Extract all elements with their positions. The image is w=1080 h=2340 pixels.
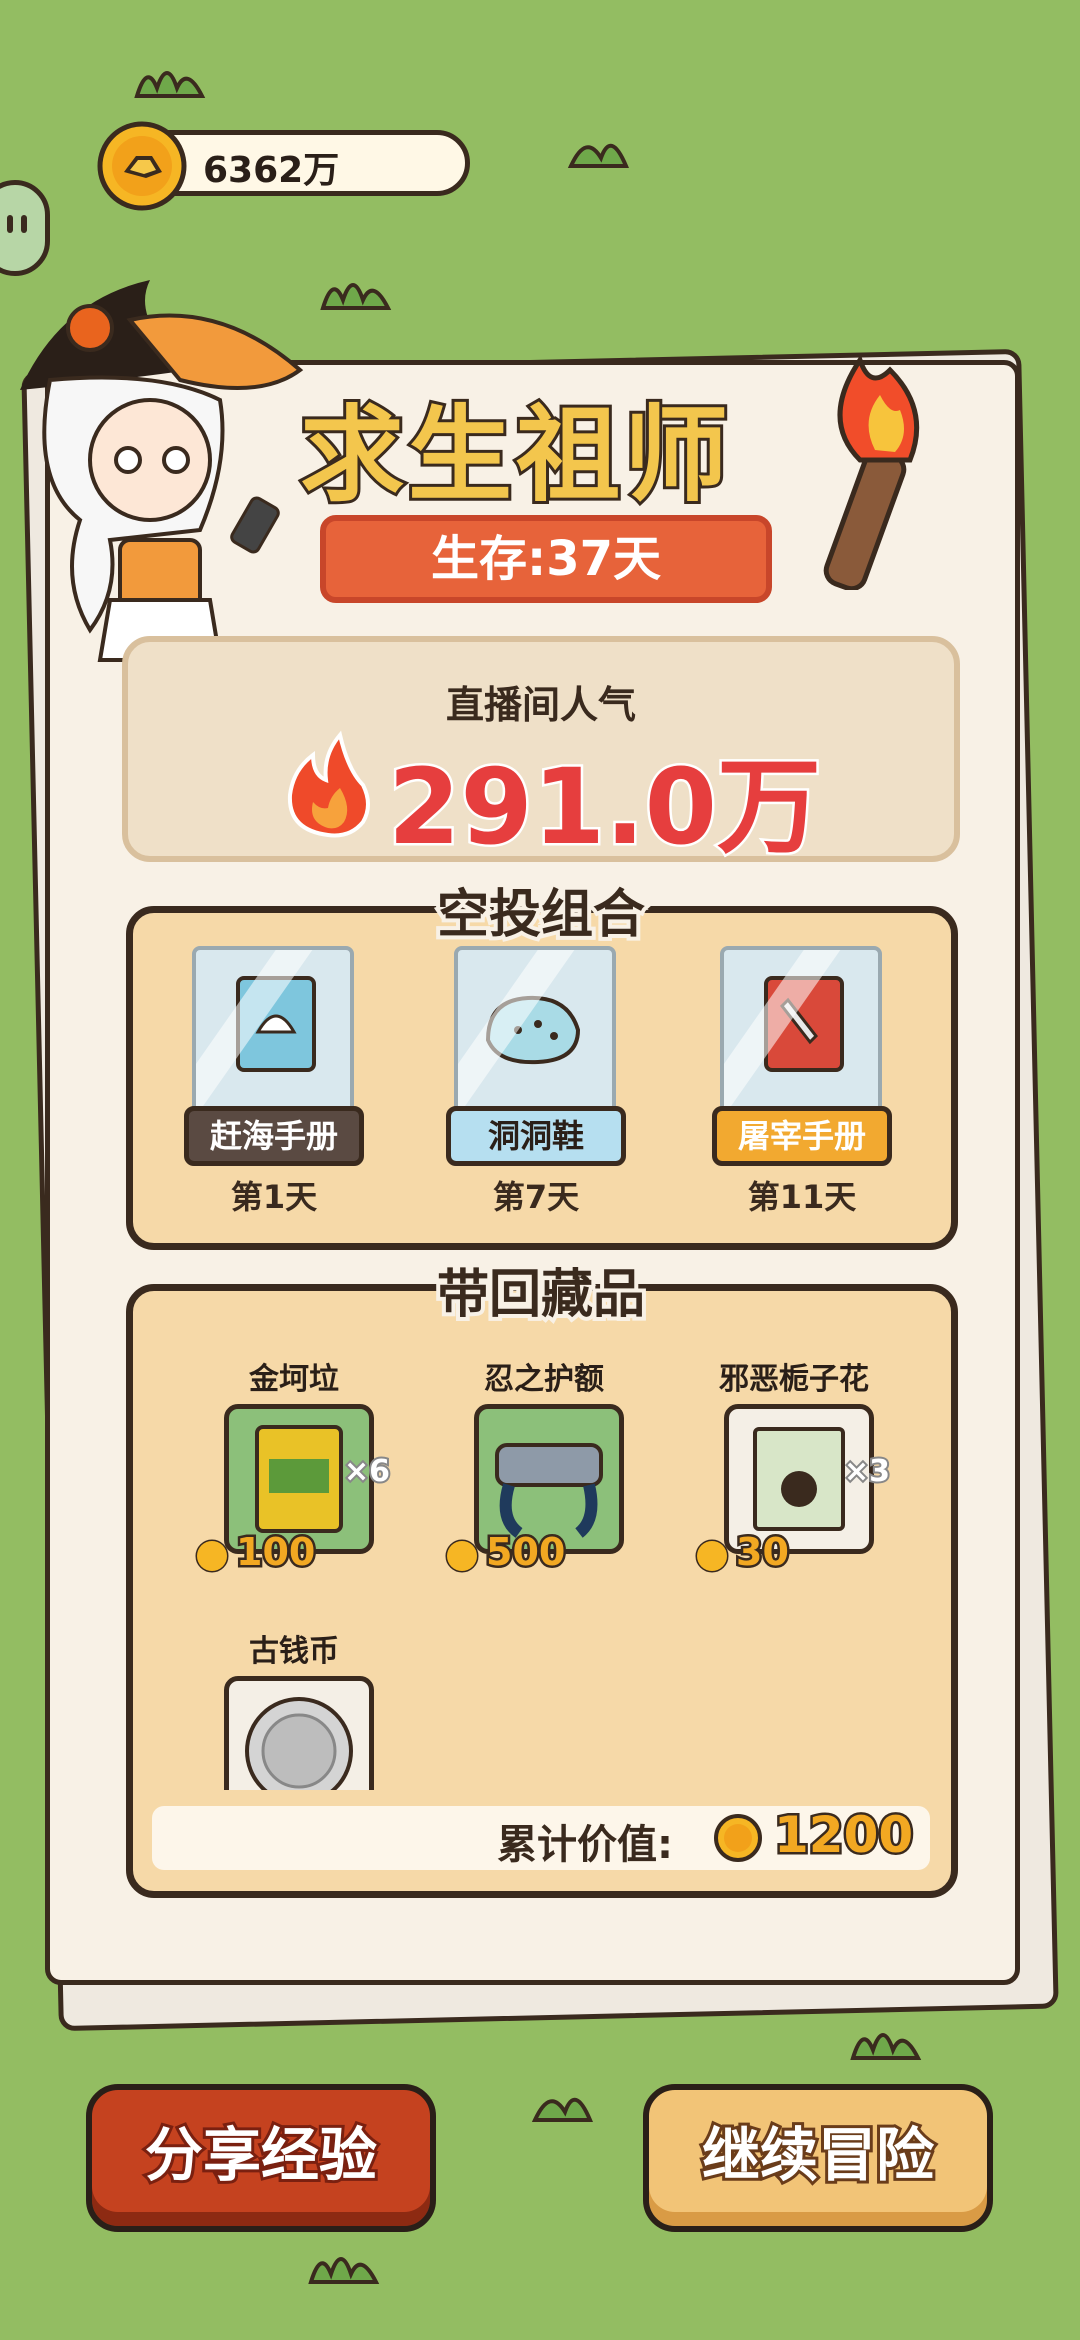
collection-item-name: 邪恶栀子花: [719, 1362, 869, 1397]
popularity-value: 291.0万: [386, 744, 824, 871]
collection-item-name: 金坷垃: [249, 1362, 339, 1397]
grass-decoration: [531, 2098, 594, 2122]
continue-adventure-button[interactable]: 继续冒险: [643, 2084, 993, 2232]
ancient-coin-icon: [245, 1697, 353, 1790]
collection-item-name: 忍之护额: [484, 1362, 604, 1397]
ninja-headband-icon: [495, 1443, 603, 1538]
airdrop-card: [454, 946, 616, 1114]
popularity-label: 直播间人气: [445, 683, 636, 727]
grass-decoration: [850, 2033, 922, 2060]
airdrop-item-day: 第11天: [747, 1178, 857, 1216]
collection-item[interactable]: 忍之护额 500: [444, 1354, 644, 1594]
torch-icon: [823, 354, 920, 590]
grass-decoration: [134, 71, 206, 98]
collection-item-multiplier: ×6: [342, 1452, 392, 1491]
airdrop-item-label: 赶海手册: [184, 1106, 364, 1166]
gold-coin-icon: [97, 121, 187, 211]
airdrop-item[interactable]: 洞洞鞋 第7天: [446, 946, 626, 1216]
airdrop-title: 空投组合: [433, 881, 649, 949]
airdrop-card: [192, 946, 354, 1114]
collection-item-price: 500: [444, 1528, 568, 1577]
grass-decoration: [320, 283, 392, 310]
airdrop-item-label: 屠宰手册: [712, 1106, 892, 1166]
share-experience-button[interactable]: 分享经验: [86, 2084, 436, 2232]
total-label: 累计价值:: [497, 1822, 673, 1868]
popularity-box: 直播间人气 291.0万: [122, 636, 960, 871]
airdrop-item-label: 洞洞鞋: [446, 1106, 626, 1166]
collection-item-price: 100: [194, 1528, 318, 1577]
airdrop-item[interactable]: 赶海手册 第1天: [184, 946, 364, 1216]
airdrop-item-day: 第1天: [230, 1178, 318, 1216]
gold-coin-icon: [695, 1539, 729, 1573]
airdrop-card: [720, 946, 882, 1114]
airdrop-item-day: 第7天: [492, 1178, 580, 1216]
collection-item[interactable]: 邪恶栀子花 ×3 30: [694, 1354, 894, 1594]
gold-coin-icon: [714, 1814, 762, 1862]
collection-item-name: 古钱币: [249, 1634, 339, 1669]
page-title: 求生祖师: [297, 391, 733, 519]
collection-item[interactable]: 金坷垃 ×6 100: [194, 1354, 394, 1594]
coin-amount: 6362万: [203, 150, 340, 191]
total-value: 1200: [771, 1804, 915, 1867]
total-value-bar: 累计价值: 1200: [152, 1804, 930, 1870]
collection-item[interactable]: 古钱币: [194, 1626, 394, 1790]
survival-days-badge: 生存:37天: [320, 515, 772, 603]
survival-days-text: 生存:37天: [431, 531, 661, 587]
gold-coin-icon: [445, 1539, 479, 1573]
collection-item-multiplier: ×3: [842, 1452, 892, 1491]
collection-item-price: 30: [694, 1528, 791, 1577]
fire-icon: [287, 730, 370, 838]
gold-coin-icon: [195, 1539, 229, 1573]
grass-decoration: [308, 2257, 380, 2284]
grass-decoration: [567, 144, 630, 168]
collection-card: [224, 1676, 374, 1790]
airdrop-item[interactable]: 屠宰手册 第11天: [712, 946, 892, 1216]
collection-title: 带回藏品: [433, 1261, 649, 1329]
witch-character-illustration: [20, 280, 304, 662]
face-icon: [7, 215, 27, 233]
